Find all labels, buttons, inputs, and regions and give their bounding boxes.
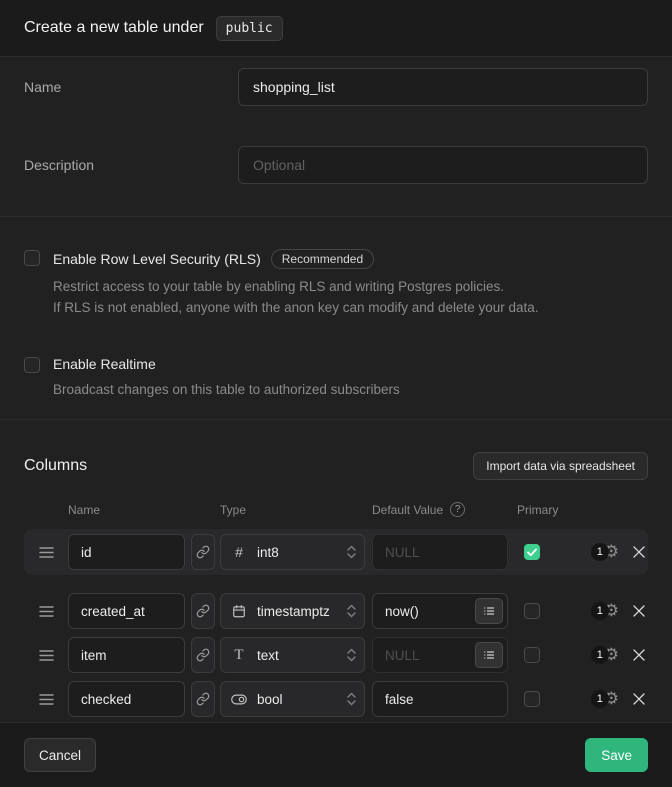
column-name-input[interactable] <box>68 534 185 570</box>
import-spreadsheet-button[interactable]: Import data via spreadsheet <box>473 452 648 480</box>
drag-handle-icon[interactable] <box>24 693 68 706</box>
rls-text: Enable Row Level Security (RLS) Recommen… <box>53 249 539 318</box>
toggle-icon <box>231 694 247 705</box>
table-name-input[interactable] <box>238 68 648 106</box>
column-type-value: text <box>257 648 279 663</box>
delete-column-icon[interactable] <box>632 545 646 559</box>
rls-label: Enable Row Level Security (RLS) <box>53 251 261 267</box>
chevron-up-down-icon <box>346 545 357 559</box>
settings-count-badge: 1 <box>591 690 609 708</box>
drag-handle-icon[interactable] <box>24 605 68 618</box>
column-type-select[interactable]: T text <box>220 637 365 673</box>
settings-count-badge: 1 <box>591 646 609 664</box>
drag-handle-icon[interactable] <box>24 649 68 662</box>
text-type-icon: T <box>231 647 247 664</box>
column-name-input[interactable] <box>68 637 185 673</box>
settings-count-badge: 1 <box>591 543 609 561</box>
name-field-row: Name <box>24 68 648 106</box>
header-primary: Primary <box>517 503 540 517</box>
column-name-input[interactable] <box>68 681 185 717</box>
header-default-value: Default Value <box>372 503 443 517</box>
foreign-key-link-icon[interactable] <box>191 593 215 629</box>
column-row: bool 1 ⚙ <box>24 677 648 721</box>
default-suggestions-icon[interactable] <box>475 642 503 668</box>
primary-key-checkbox[interactable] <box>524 691 540 707</box>
column-type-value: bool <box>257 692 283 707</box>
default-suggestions-icon[interactable] <box>475 598 503 624</box>
header-name: Name <box>68 503 185 517</box>
column-type-value: int8 <box>257 545 279 560</box>
foreign-key-link-icon[interactable] <box>191 534 215 570</box>
column-row: # int8 1 ⚙ <box>24 530 648 574</box>
drag-handle-icon[interactable] <box>24 546 68 559</box>
table-options-section: Enable Row Level Security (RLS) Recommen… <box>0 217 672 420</box>
chevron-up-down-icon <box>346 692 357 706</box>
dialog-footer: Cancel Save <box>0 723 672 787</box>
delete-column-icon[interactable] <box>632 692 646 706</box>
calendar-icon <box>231 604 247 619</box>
delete-column-icon[interactable] <box>632 604 646 618</box>
column-type-select[interactable]: timestamptz <box>220 593 365 629</box>
hash-icon: # <box>231 544 247 560</box>
description-label: Description <box>24 146 238 184</box>
column-type-select[interactable]: bool <box>220 681 365 717</box>
description-field-row: Description <box>24 146 648 184</box>
primary-key-checkbox[interactable] <box>524 544 540 560</box>
create-table-dialog: Create a new table under public Name Des… <box>0 0 672 787</box>
foreign-key-link-icon[interactable] <box>191 637 215 673</box>
columns-title: Columns <box>24 457 87 475</box>
column-name-input[interactable] <box>68 593 185 629</box>
realtime-description: Broadcast changes on this table to autho… <box>53 379 400 400</box>
table-description-input[interactable] <box>238 146 648 184</box>
columns-table-headers: Name Type Default Value Primary <box>24 502 648 517</box>
rls-toggle-block: Enable Row Level Security (RLS) Recommen… <box>24 249 648 318</box>
delete-column-icon[interactable] <box>632 648 646 662</box>
chevron-up-down-icon <box>346 648 357 662</box>
cancel-button[interactable]: Cancel <box>24 738 96 772</box>
chevron-up-down-icon <box>346 604 357 618</box>
column-row-highlight: # int8 1 ⚙ <box>24 529 648 575</box>
name-label: Name <box>24 68 238 106</box>
schema-badge: public <box>216 16 283 41</box>
primary-key-checkbox[interactable] <box>524 647 540 663</box>
settings-count-badge: 1 <box>591 602 609 620</box>
realtime-label: Enable Realtime <box>53 356 156 372</box>
column-type-value: timestamptz <box>257 604 330 619</box>
primary-key-checkbox[interactable] <box>524 603 540 619</box>
dialog-title: Create a new table under <box>24 19 204 37</box>
column-type-select[interactable]: # int8 <box>220 534 365 570</box>
columns-section: Columns Import data via spreadsheet Name… <box>0 420 672 723</box>
header-type: Type <box>220 503 365 517</box>
realtime-checkbox[interactable] <box>24 357 40 373</box>
column-row: T text 1 ⚙ <box>24 633 648 677</box>
help-icon[interactable] <box>450 502 465 517</box>
rls-description: Restrict access to your table by enablin… <box>53 276 539 318</box>
table-details-section: Name Description <box>0 57 672 217</box>
column-row: timestamptz 1 ⚙ <box>24 589 648 633</box>
realtime-text: Enable Realtime Broadcast changes on thi… <box>53 356 400 400</box>
dialog-header: Create a new table under public <box>0 0 672 57</box>
column-default-input[interactable] <box>372 681 508 717</box>
rls-checkbox[interactable] <box>24 250 40 266</box>
foreign-key-link-icon[interactable] <box>191 681 215 717</box>
save-button[interactable]: Save <box>585 738 648 772</box>
recommended-badge: Recommended <box>271 249 374 269</box>
realtime-toggle-block: Enable Realtime Broadcast changes on thi… <box>24 356 648 400</box>
column-default-input[interactable] <box>372 534 508 570</box>
